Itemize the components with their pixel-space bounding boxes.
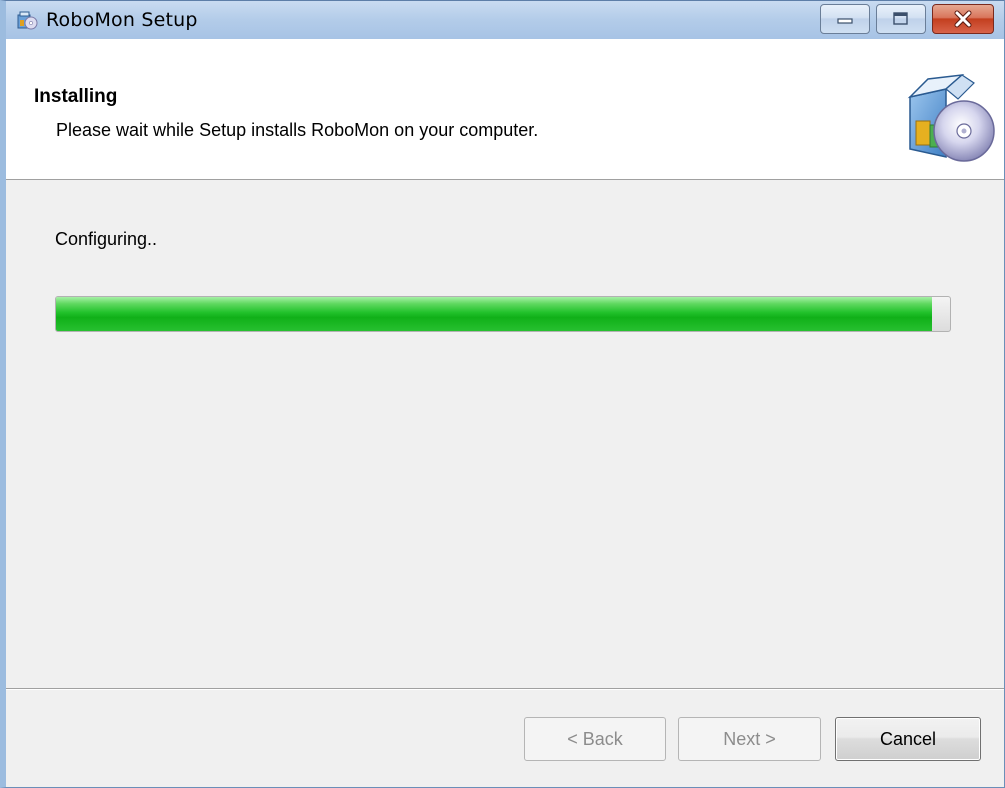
minimize-button[interactable] bbox=[820, 4, 870, 34]
close-icon bbox=[954, 10, 972, 28]
next-button[interactable]: Next > bbox=[678, 717, 821, 761]
maximize-icon bbox=[893, 12, 908, 25]
back-button[interactable]: < Back bbox=[524, 717, 666, 761]
install-progress-bar bbox=[55, 296, 951, 332]
header-banner bbox=[6, 39, 1004, 180]
installer-box-icon bbox=[17, 11, 38, 30]
setup-window: RoboMon Setup Installing Please wait whi… bbox=[0, 0, 1005, 788]
progress-fill bbox=[56, 297, 933, 331]
setup-box-cd-icon bbox=[907, 73, 995, 162]
close-button[interactable] bbox=[932, 4, 994, 34]
cancel-button[interactable]: Cancel bbox=[835, 717, 981, 761]
title-bar[interactable]: RoboMon Setup bbox=[6, 1, 1004, 39]
status-text: Configuring.. bbox=[55, 229, 158, 249]
footer-divider bbox=[6, 688, 1004, 690]
page-subtitle: Please wait while Setup installs RoboMon… bbox=[56, 120, 539, 140]
maximize-button[interactable] bbox=[876, 4, 926, 34]
page-title-text: Installing bbox=[34, 86, 118, 107]
minimize-icon bbox=[837, 18, 853, 24]
window-title: RoboMon Setup bbox=[46, 9, 198, 31]
